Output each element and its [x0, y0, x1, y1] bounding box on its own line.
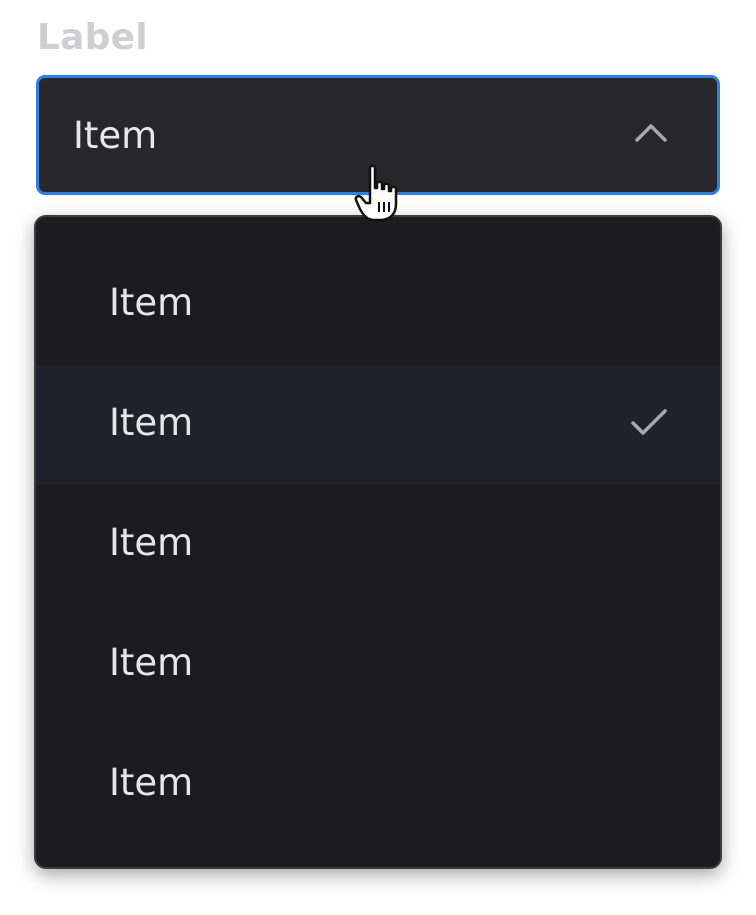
dropdown-option[interactable]: Item — [36, 245, 720, 365]
chevron-up-icon[interactable] — [633, 120, 669, 144]
option-label: Item — [109, 401, 194, 444]
option-label: Item — [109, 641, 194, 684]
dropdown-menu: Item Item Item Item Item — [34, 215, 722, 869]
dropdown-option[interactable]: Item — [36, 725, 720, 845]
field-label: Label — [37, 17, 148, 58]
option-label: Item — [109, 281, 194, 324]
checkmark-icon — [631, 409, 667, 435]
selected-value: Item — [73, 114, 158, 157]
dropdown-option[interactable]: Item — [36, 485, 720, 605]
option-label: Item — [109, 761, 194, 804]
dropdown-option-selected[interactable]: Item — [36, 365, 720, 485]
select-component: Label Item Item Item Item Item Item — [0, 0, 756, 915]
option-label: Item — [109, 521, 194, 564]
select-trigger[interactable]: Item — [36, 75, 720, 195]
dropdown-option[interactable]: Item — [36, 605, 720, 725]
